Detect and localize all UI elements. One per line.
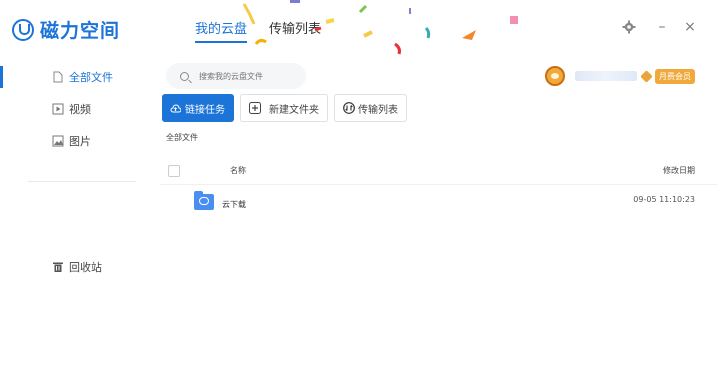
- cloud-upload-icon: [170, 104, 181, 112]
- vip-badge[interactable]: 月费会员: [655, 68, 695, 84]
- logo-icon: [12, 18, 34, 41]
- transfer-list-button[interactable]: 传输列表: [334, 94, 407, 122]
- search-input[interactable]: [199, 71, 299, 81]
- title-bar: 磁力空间 我的云盘 传输列表 – ×: [0, 0, 717, 58]
- sidebar-item-video[interactable]: 视频: [0, 94, 158, 124]
- table-row[interactable]: 云下载 09-05 11:10:23: [160, 190, 717, 216]
- sidebar-item-label: 视频: [69, 103, 91, 116]
- table-divider: [160, 184, 717, 185]
- sidebar-item-label: 图片: [69, 135, 91, 148]
- app-title: 磁力空间: [40, 20, 121, 42]
- vip-diamond-icon: [640, 69, 653, 83]
- video-icon: [52, 103, 64, 115]
- breadcrumb[interactable]: 全部文件: [166, 132, 198, 143]
- sidebar-item-images[interactable]: 图片: [0, 126, 158, 156]
- column-header-date[interactable]: 修改日期: [663, 165, 695, 176]
- image-icon: [52, 135, 64, 147]
- file-icon: [53, 71, 63, 83]
- username-redacted: [575, 71, 637, 81]
- row-name[interactable]: 云下载: [222, 199, 246, 210]
- toolbar: 链接任务 新建文件夹 传输列表: [162, 94, 413, 122]
- sidebar-divider: [28, 181, 136, 182]
- search-icon: [180, 71, 189, 81]
- plus-icon: [249, 102, 261, 114]
- new-folder-label: 新建文件夹: [269, 104, 319, 116]
- app-logo: 磁力空间: [12, 16, 120, 43]
- user-area[interactable]: 月费会员: [545, 64, 695, 88]
- link-task-label: 链接任务: [185, 104, 225, 116]
- link-task-button[interactable]: 链接任务: [162, 94, 234, 122]
- main-content: 月费会员 链接任务 新建文件夹 传输列表 全部文件 名称 修改日期 云下载 09…: [160, 58, 717, 366]
- settings-icon[interactable]: [620, 18, 638, 36]
- sidebar-item-all-files[interactable]: 全部文件: [0, 62, 158, 92]
- minimize-button[interactable]: –: [653, 18, 671, 36]
- confetti-decoration: [242, 0, 518, 55]
- close-button[interactable]: ×: [681, 18, 699, 36]
- column-header-name[interactable]: 名称: [230, 165, 246, 176]
- sidebar-item-label: 回收站: [69, 261, 102, 274]
- sidebar: 全部文件 视频 图片 回收站: [0, 58, 158, 366]
- folder-icon: [194, 191, 214, 210]
- transfer-list-label: 传输列表: [358, 104, 398, 116]
- row-date: 09-05 11:10:23: [633, 195, 695, 204]
- trash-icon: [53, 262, 63, 272]
- sidebar-item-label: 全部文件: [69, 71, 113, 84]
- search-box[interactable]: [166, 63, 306, 89]
- sidebar-item-recycle-bin[interactable]: 回收站: [0, 252, 158, 282]
- avatar[interactable]: [545, 66, 565, 86]
- transfer-icon: [343, 102, 355, 114]
- select-all-checkbox[interactable]: [168, 165, 180, 177]
- new-folder-button[interactable]: 新建文件夹: [240, 94, 328, 122]
